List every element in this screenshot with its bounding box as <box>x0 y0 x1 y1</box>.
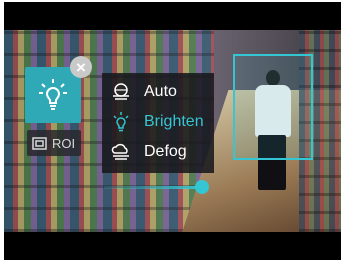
roi-region-box[interactable] <box>233 54 313 160</box>
brightness-slider-thumb[interactable] <box>195 180 209 194</box>
cloud-fog-icon <box>111 143 129 160</box>
camera-view-frame: × ROI Auto Brighten Defog <box>4 2 341 260</box>
roi-button-label: ROI <box>52 135 76 151</box>
close-button[interactable]: × <box>70 56 92 78</box>
auto-exposure-icon <box>113 83 129 100</box>
menu-item-defog[interactable]: Defog <box>102 137 214 167</box>
close-icon: × <box>76 57 86 77</box>
menu-item-label: Auto <box>144 83 177 100</box>
light-bulb-button[interactable] <box>25 67 81 123</box>
menu-item-brighten[interactable]: Brighten <box>102 107 214 137</box>
exposure-mode-menu: Auto Brighten Defog <box>102 73 214 173</box>
brightness-slider-track[interactable] <box>104 186 204 189</box>
menu-item-auto[interactable]: Auto <box>102 77 214 107</box>
light-bulb-icon <box>39 79 67 110</box>
roi-frame-icon <box>32 136 47 150</box>
roi-button[interactable]: ROI <box>27 130 81 156</box>
bulb-outline-icon <box>113 112 129 132</box>
menu-item-label: Defog <box>144 143 187 160</box>
menu-item-label: Brighten <box>144 113 204 130</box>
